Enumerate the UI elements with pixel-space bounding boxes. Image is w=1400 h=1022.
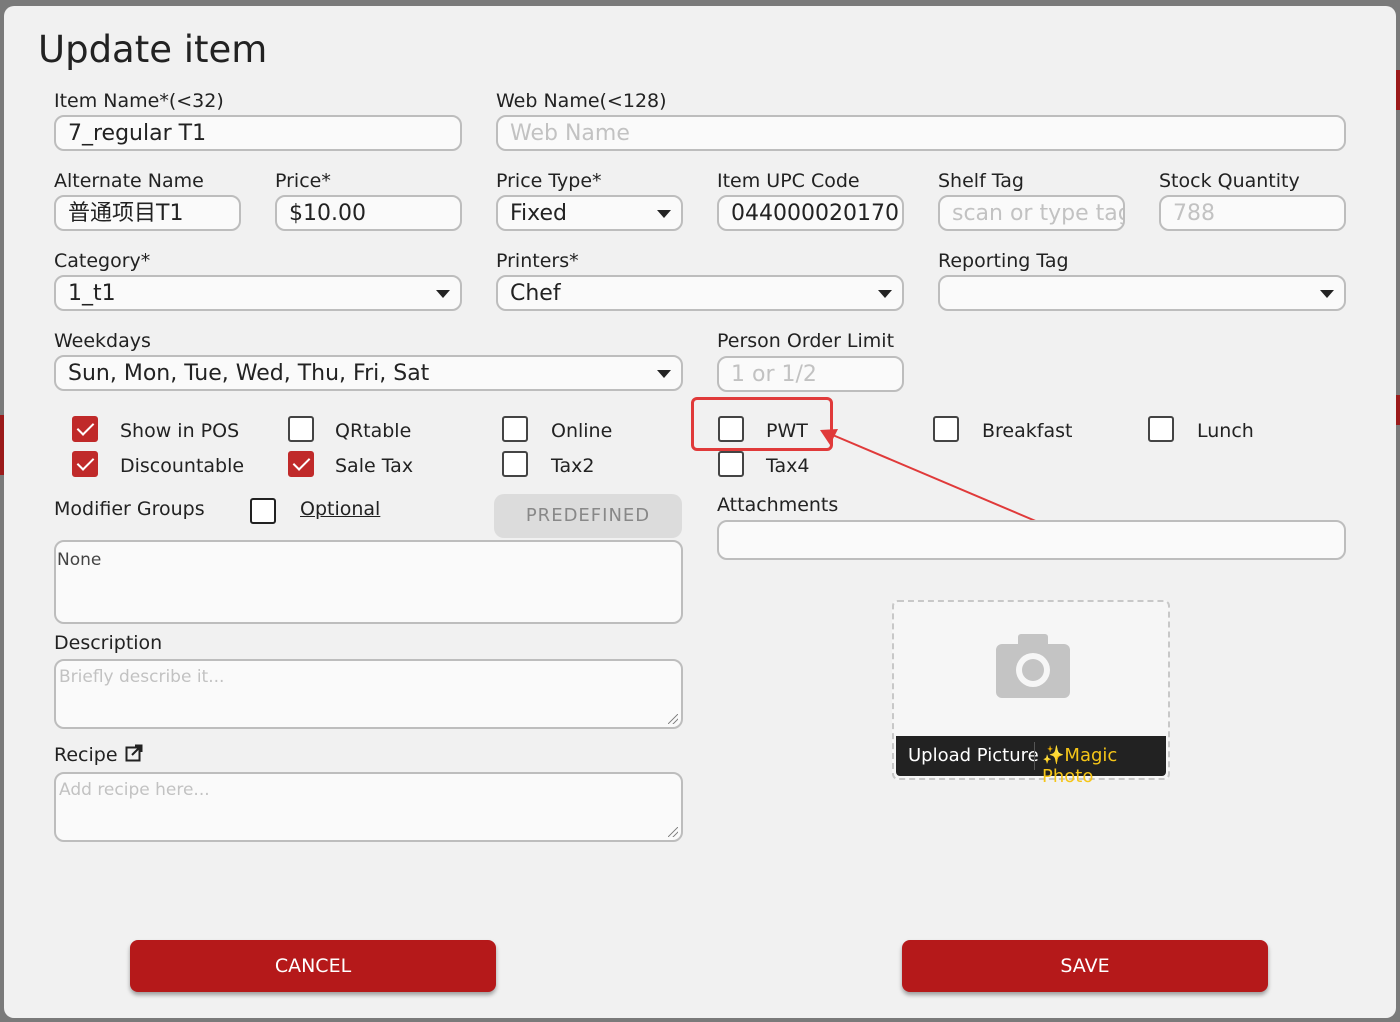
chevron-down-icon [657, 370, 671, 378]
qrtable-checkbox[interactable] [288, 416, 314, 442]
show-in-pos-label: Show in POS [120, 420, 240, 442]
upc-input[interactable]: 044000020170 [717, 195, 904, 231]
item-name-input[interactable]: 7_regular T1 [54, 115, 462, 151]
item-name-label: Item Name*(<32) [54, 90, 224, 112]
save-button[interactable]: SAVE [902, 940, 1268, 992]
weekdays-value: Sun, Mon, Tue, Wed, Thu, Fri, Sat [68, 361, 430, 386]
category-select[interactable]: 1_t1 [54, 275, 462, 311]
divider [1034, 742, 1035, 770]
stock-quantity-input[interactable]: 788 [1159, 195, 1346, 231]
printers-value: Chef [510, 281, 561, 306]
upload-picture-area[interactable]: Upload Picture ✨Magic Photo [892, 600, 1170, 787]
recipe-label: Recipe [54, 744, 143, 766]
cancel-button[interactable]: CANCEL [130, 940, 496, 992]
online-label: Online [551, 420, 613, 442]
chevron-down-icon [1320, 290, 1334, 298]
category-value: 1_t1 [68, 281, 116, 306]
reporting-tag-select[interactable] [938, 275, 1346, 311]
lunch-checkbox[interactable] [1148, 416, 1174, 442]
person-order-limit-input[interactable]: 1 or 1/2 [717, 356, 904, 392]
shelf-tag-label: Shelf Tag [938, 170, 1024, 192]
weekdays-select[interactable]: Sun, Mon, Tue, Wed, Thu, Fri, Sat [54, 355, 683, 391]
update-item-dialog: Update item Item Name*(<32) 7_regular T1… [4, 6, 1396, 1018]
discountable-label: Discountable [120, 455, 245, 477]
tax4-checkbox[interactable] [718, 451, 744, 477]
lunch-label: Lunch [1197, 420, 1254, 442]
show-in-pos-checkbox[interactable] [72, 416, 98, 442]
recipe-textarea[interactable]: Add recipe here... [54, 772, 683, 842]
tax2-label: Tax2 [551, 455, 595, 477]
description-label: Description [54, 632, 163, 654]
printers-select[interactable]: Chef [496, 275, 904, 311]
price-type-label: Price Type* [496, 170, 602, 192]
optional-checkbox[interactable] [250, 498, 276, 524]
resize-handle-icon[interactable] [668, 827, 678, 837]
sale-tax-label: Sale Tax [335, 455, 414, 477]
sparkle-icon: ✨ [1042, 745, 1065, 766]
external-link-icon[interactable] [125, 744, 143, 762]
description-textarea[interactable]: Briefly describe it... [54, 659, 683, 729]
optional-link[interactable]: Optional [300, 498, 380, 520]
upload-picture-button[interactable]: Upload Picture [908, 745, 1039, 766]
online-checkbox[interactable] [502, 416, 528, 442]
stock-quantity-label: Stock Quantity [1159, 170, 1300, 192]
category-label: Category* [54, 250, 151, 272]
dialog-title: Update item [38, 28, 268, 71]
price-input[interactable]: $10.00 [275, 195, 462, 231]
tax4-label: Tax4 [766, 455, 810, 477]
chevron-down-icon [878, 290, 892, 298]
alternate-name-input[interactable]: 普通项目T1 [54, 195, 241, 231]
description-placeholder: Briefly describe it... [59, 667, 225, 687]
attachments-input[interactable] [717, 520, 1346, 560]
reporting-tag-label: Reporting Tag [938, 250, 1069, 272]
camera-icon [996, 634, 1070, 698]
person-order-limit-label: Person Order Limit [717, 330, 895, 352]
printers-label: Printers* [496, 250, 579, 272]
magic-photo-button[interactable]: ✨Magic Photo [1042, 745, 1166, 787]
chevron-down-icon [657, 210, 671, 218]
web-name-input[interactable]: Web Name [496, 115, 1346, 151]
upc-label: Item UPC Code [717, 170, 860, 192]
web-name-label: Web Name(<128) [496, 90, 667, 112]
shelf-tag-input[interactable]: scan or type tag [938, 195, 1125, 231]
chevron-down-icon [436, 290, 450, 298]
recipe-label-text: Recipe [54, 744, 118, 766]
predefined-button[interactable]: PREDEFINED [494, 494, 682, 538]
discountable-checkbox[interactable] [72, 451, 98, 477]
weekdays-label: Weekdays [54, 330, 151, 352]
pwt-highlight-box [691, 397, 833, 451]
resize-handle-icon[interactable] [668, 714, 678, 724]
modifier-groups-box[interactable]: None [54, 540, 683, 624]
qrtable-label: QRtable [335, 420, 412, 442]
price-type-value: Fixed [510, 201, 568, 226]
modifier-groups-label: Modifier Groups [54, 498, 205, 520]
upload-toolbar: Upload Picture ✨Magic Photo [896, 736, 1166, 787]
sale-tax-checkbox[interactable] [288, 451, 314, 477]
price-label: Price* [275, 170, 331, 192]
recipe-placeholder: Add recipe here... [59, 780, 210, 800]
price-type-select[interactable]: Fixed [496, 195, 683, 231]
attachments-label: Attachments [717, 494, 839, 516]
tax2-checkbox[interactable] [502, 451, 528, 477]
alternate-name-label: Alternate Name [54, 170, 204, 192]
